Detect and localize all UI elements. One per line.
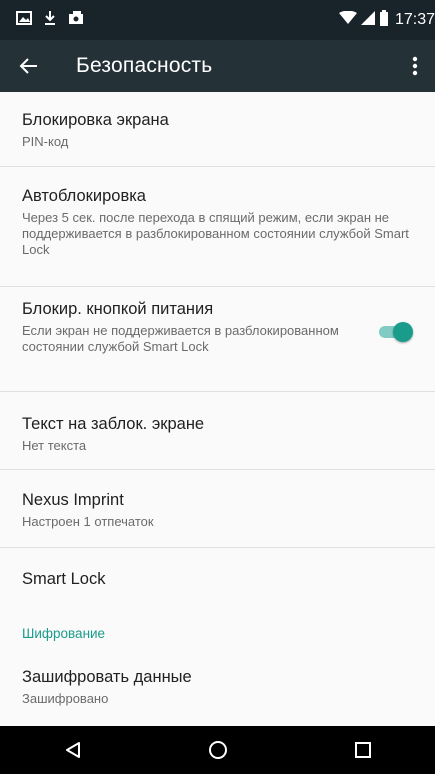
settings-list: Блокировка экрана PIN-код Автоблокировка…: [0, 92, 435, 724]
app-toolbar: Безопасность: [0, 40, 435, 92]
status-notifications: [16, 10, 84, 31]
more-vert-icon[interactable]: [395, 40, 435, 92]
setting-title: Текст на заблок. экране: [22, 415, 205, 433]
navigation-bar: [0, 726, 435, 774]
setting-title: Nexus Imprint: [22, 491, 124, 509]
setting-subtitle: PIN-код: [22, 134, 69, 149]
setting-title: Автоблокировка: [22, 187, 146, 205]
home-circle-icon[interactable]: [188, 726, 248, 774]
power-button-lock-toggle[interactable]: [377, 322, 413, 342]
setting-nexus-imprint[interactable]: Nexus Imprint Настроен 1 отпечаток: [0, 470, 435, 548]
toggle-thumb: [393, 322, 413, 342]
setting-subtitle: Если экран не поддерживается в разблокир…: [22, 323, 339, 354]
recents-square-icon[interactable]: [333, 726, 393, 774]
setting-encrypt-data[interactable]: Зашифровать данные Зашифровано: [0, 646, 435, 724]
setting-title: Блокир. кнопкой питания: [22, 300, 214, 318]
back-arrow-icon[interactable]: [0, 40, 58, 92]
section-header-encryption: Шифрование: [22, 626, 106, 641]
setting-power-button-lock[interactable]: Блокир. кнопкой питания Если экран не по…: [0, 287, 435, 392]
signal-icon: [360, 10, 375, 30]
setting-auto-lock[interactable]: Автоблокировка Через 5 сек. после перехо…: [0, 167, 435, 287]
setting-title: Smart Lock: [22, 570, 106, 588]
setting-subtitle: Нет текста: [22, 438, 87, 453]
photo-icon: [68, 10, 84, 30]
setting-title: Блокировка экрана: [22, 111, 169, 129]
setting-lock-screen-text[interactable]: Текст на заблок. экране Нет текста: [0, 392, 435, 470]
battery-icon: [379, 9, 389, 31]
back-triangle-icon[interactable]: [43, 726, 103, 774]
status-system: 17:37: [338, 9, 435, 31]
setting-subtitle: Через 5 сек. после перехода в спящий реж…: [22, 210, 409, 257]
download-icon: [44, 10, 56, 31]
setting-title: Зашифровать данные: [22, 668, 192, 686]
setting-smart-lock[interactable]: Smart Lock: [0, 548, 435, 606]
status-time: 17:37: [394, 11, 435, 28]
setting-subtitle: Настроен 1 отпечаток: [22, 514, 154, 529]
setting-screen-lock[interactable]: Блокировка экрана PIN-код: [0, 92, 435, 167]
wifi-icon: [338, 10, 357, 30]
status-bar: 17:37: [0, 0, 435, 40]
setting-subtitle: Зашифровано: [22, 691, 109, 706]
gallery-icon: [16, 10, 32, 30]
page-title: Безопасность: [76, 54, 213, 77]
